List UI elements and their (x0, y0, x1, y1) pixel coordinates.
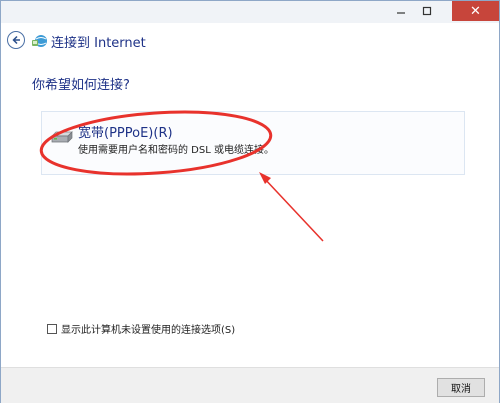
option-description: 使用需要用户名和密码的 DSL 或电缆连接。 (78, 145, 274, 156)
checkbox-label: 显示此计算机未设置使用的连接选项(S) (61, 325, 236, 336)
unconfigured-checkbox[interactable] (47, 323, 57, 334)
back-arrow-icon (12, 35, 20, 45)
modem-icon (51, 131, 73, 143)
network-icon (32, 35, 47, 47)
show-unconfigured-option[interactable]: 显示此计算机未设置使用的连接选项(S) (47, 321, 235, 336)
maximize-button[interactable] (414, 1, 440, 21)
minimize-icon (397, 12, 405, 14)
cancel-button[interactable]: 取消 (437, 378, 485, 397)
option-title: 宽带(PPPoE)(R) (78, 126, 173, 141)
maximize-icon (422, 6, 432, 16)
minimize-button[interactable] (388, 1, 414, 21)
nav-bar: 连接到 Internet (1, 27, 499, 55)
broadband-pppoe-option[interactable]: 宽带(PPPoE)(R) 使用需要用户名和密码的 DSL 或电缆连接。 (41, 111, 465, 175)
annotation-arrow-line (262, 176, 324, 242)
page-heading: 你希望如何连接? (32, 78, 130, 93)
close-button[interactable]: ✕ (452, 1, 499, 21)
dialog-footer: 取消 (1, 367, 499, 403)
dialog-window: ✕ 连接到 Internet 你希望如何连接? 宽带(PPPoE)(R) 使用需… (0, 0, 500, 403)
close-icon: ✕ (470, 3, 481, 19)
window-title: 连接到 Internet (51, 36, 146, 51)
title-bar: ✕ (1, 1, 499, 23)
back-button[interactable] (7, 31, 25, 49)
annotation-overlay (39, 110, 324, 242)
